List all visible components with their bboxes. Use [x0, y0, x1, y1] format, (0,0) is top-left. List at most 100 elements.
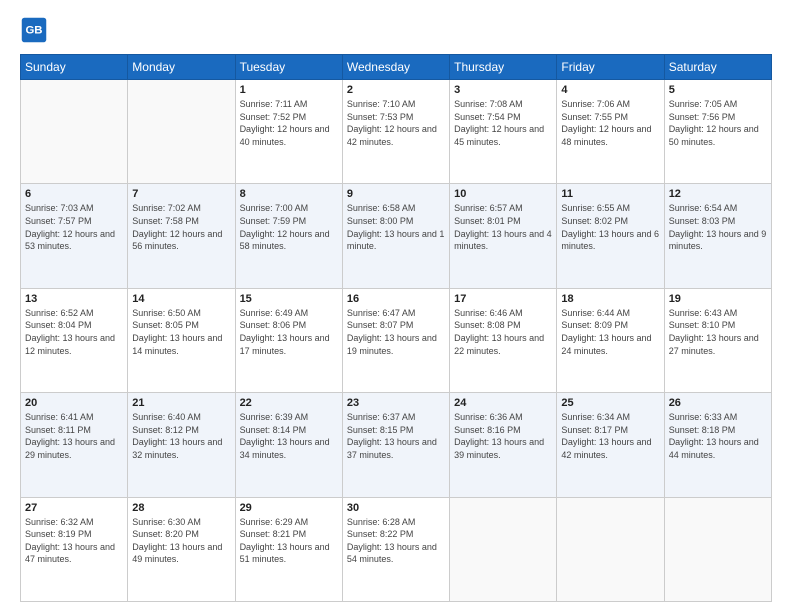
calendar-cell: 30Sunrise: 6:28 AMSunset: 8:22 PMDayligh…	[342, 497, 449, 601]
day-info: Sunrise: 6:39 AMSunset: 8:14 PMDaylight:…	[240, 411, 338, 461]
calendar-cell: 6 Sunrise: 7:03 AMSunset: 7:57 PMDaylight…	[21, 184, 128, 288]
col-header-sunday: Sunday	[21, 55, 128, 80]
day-number: 2	[347, 84, 445, 96]
calendar-cell: 3Sunrise: 7:08 AMSunset: 7:54 PMDaylight…	[450, 80, 557, 184]
day-number: 16	[347, 293, 445, 305]
day-number: 28	[132, 502, 230, 514]
calendar-cell: 4 Sunrise: 7:06 AMSunset: 7:55 PMDaylight…	[557, 80, 664, 184]
col-header-tuesday: Tuesday	[235, 55, 342, 80]
calendar-cell: 9 Sunrise: 6:58 AMSunset: 8:00 PMDaylight…	[342, 184, 449, 288]
calendar-cell: 17 Sunrise: 6:46 AMSunset: 8:08 PMDayligh…	[450, 288, 557, 392]
calendar-week-row: 13 Sunrise: 6:52 AMSunset: 8:04 PMDayligh…	[21, 288, 772, 392]
day-number: 13	[25, 293, 123, 305]
calendar-cell: 27 Sunrise: 6:32 AMSunset: 8:19 PMDayligh…	[21, 497, 128, 601]
day-number: 15	[240, 293, 338, 305]
calendar-cell: 19 Sunrise: 6:43 AMSunset: 8:10 PMDayligh…	[664, 288, 771, 392]
day-info: Sunrise: 6:29 AMSunset: 8:21 PMDaylight:…	[240, 516, 338, 566]
calendar-cell: 5 Sunrise: 7:05 AMSunset: 7:56 PMDaylight…	[664, 80, 771, 184]
col-header-saturday: Saturday	[664, 55, 771, 80]
day-number: 8	[240, 188, 338, 200]
logo-icon: GB	[20, 16, 48, 44]
day-info: Sunrise: 6:50 AMSunset: 8:05 PMDaylight:…	[132, 307, 230, 357]
day-number: 21	[132, 397, 230, 409]
day-number: 7	[132, 188, 230, 200]
col-header-friday: Friday	[557, 55, 664, 80]
day-info: Sunrise: 7:11 AMSunset: 7:52 PMDaylight:…	[240, 98, 338, 148]
header: GB	[20, 16, 772, 44]
day-info: Sunrise: 7:05 AMSunset: 7:56 PMDaylight:…	[669, 98, 767, 148]
day-info: Sunrise: 6:55 AMSunset: 8:02 PMDaylight:…	[561, 202, 659, 252]
calendar-cell: 11 Sunrise: 6:55 AMSunset: 8:02 PMDayligh…	[557, 184, 664, 288]
calendar-week-row: 6 Sunrise: 7:03 AMSunset: 7:57 PMDaylight…	[21, 184, 772, 288]
day-info: Sunrise: 7:10 AMSunset: 7:53 PMDaylight:…	[347, 98, 445, 148]
day-info: Sunrise: 6:33 AMSunset: 8:18 PMDaylight:…	[669, 411, 767, 461]
calendar-cell: 2 Sunrise: 7:10 AMSunset: 7:53 PMDaylight…	[342, 80, 449, 184]
calendar-cell	[450, 497, 557, 601]
calendar-cell: 29Sunrise: 6:29 AMSunset: 8:21 PMDayligh…	[235, 497, 342, 601]
day-info: Sunrise: 6:34 AMSunset: 8:17 PMDaylight:…	[561, 411, 659, 461]
day-number: 19	[669, 293, 767, 305]
calendar-cell: 20Sunrise: 6:41 AMSunset: 8:11 PMDayligh…	[21, 393, 128, 497]
day-number: 5	[669, 84, 767, 96]
day-number: 9	[347, 188, 445, 200]
calendar-cell: 22 Sunrise: 6:39 AMSunset: 8:14 PMDayligh…	[235, 393, 342, 497]
day-info: Sunrise: 6:36 AMSunset: 8:16 PMDaylight:…	[454, 411, 552, 461]
day-info: Sunrise: 7:06 AMSunset: 7:55 PMDaylight:…	[561, 98, 659, 148]
day-info: Sunrise: 6:47 AMSunset: 8:07 PMDaylight:…	[347, 307, 445, 357]
calendar-cell: 23 Sunrise: 6:37 AMSunset: 8:15 PMDayligh…	[342, 393, 449, 497]
day-info: Sunrise: 7:02 AMSunset: 7:58 PMDaylight:…	[132, 202, 230, 252]
day-number: 6	[25, 188, 123, 200]
day-info: Sunrise: 6:46 AMSunset: 8:08 PMDaylight:…	[454, 307, 552, 357]
day-number: 14	[132, 293, 230, 305]
page: GB SundayMondayTuesdayWednesdayThursdayF…	[0, 0, 792, 612]
calendar-cell	[557, 497, 664, 601]
col-header-monday: Monday	[128, 55, 235, 80]
calendar-cell: 8Sunrise: 7:00 AMSunset: 7:59 PMDaylight…	[235, 184, 342, 288]
day-number: 23	[347, 397, 445, 409]
calendar-cell: 10Sunrise: 6:57 AMSunset: 8:01 PMDayligh…	[450, 184, 557, 288]
calendar-cell: 15 Sunrise: 6:49 AMSunset: 8:06 PMDayligh…	[235, 288, 342, 392]
day-info: Sunrise: 6:40 AMSunset: 8:12 PMDaylight:…	[132, 411, 230, 461]
calendar-cell: 25Sunrise: 6:34 AMSunset: 8:17 PMDayligh…	[557, 393, 664, 497]
day-info: Sunrise: 6:37 AMSunset: 8:15 PMDaylight:…	[347, 411, 445, 461]
day-number: 22	[240, 397, 338, 409]
day-info: Sunrise: 7:03 AMSunset: 7:57 PMDaylight:…	[25, 202, 123, 252]
calendar-cell: 28 Sunrise: 6:30 AMSunset: 8:20 PMDayligh…	[128, 497, 235, 601]
day-number: 4	[561, 84, 659, 96]
calendar-cell: 26 Sunrise: 6:33 AMSunset: 8:18 PMDayligh…	[664, 393, 771, 497]
calendar-cell: 24 Sunrise: 6:36 AMSunset: 8:16 PMDayligh…	[450, 393, 557, 497]
calendar-cell: 12Sunrise: 6:54 AMSunset: 8:03 PMDayligh…	[664, 184, 771, 288]
day-number: 10	[454, 188, 552, 200]
day-info: Sunrise: 6:32 AMSunset: 8:19 PMDaylight:…	[25, 516, 123, 566]
calendar-table: SundayMondayTuesdayWednesdayThursdayFrid…	[20, 54, 772, 602]
day-number: 27	[25, 502, 123, 514]
calendar-cell: 13 Sunrise: 6:52 AMSunset: 8:04 PMDayligh…	[21, 288, 128, 392]
calendar-cell: 7 Sunrise: 7:02 AMSunset: 7:58 PMDaylight…	[128, 184, 235, 288]
calendar-week-row: 20Sunrise: 6:41 AMSunset: 8:11 PMDayligh…	[21, 393, 772, 497]
day-number: 20	[25, 397, 123, 409]
day-number: 26	[669, 397, 767, 409]
calendar-week-row: 1 Sunrise: 7:11 AMSunset: 7:52 PMDaylight…	[21, 80, 772, 184]
day-info: Sunrise: 6:49 AMSunset: 8:06 PMDaylight:…	[240, 307, 338, 357]
calendar-cell: 14 Sunrise: 6:50 AMSunset: 8:05 PMDayligh…	[128, 288, 235, 392]
day-number: 17	[454, 293, 552, 305]
day-number: 24	[454, 397, 552, 409]
svg-text:GB: GB	[25, 25, 42, 37]
calendar-cell: 16 Sunrise: 6:47 AMSunset: 8:07 PMDayligh…	[342, 288, 449, 392]
day-number: 11	[561, 188, 659, 200]
day-info: Sunrise: 6:43 AMSunset: 8:10 PMDaylight:…	[669, 307, 767, 357]
calendar-cell	[664, 497, 771, 601]
day-info: Sunrise: 6:54 AMSunset: 8:03 PMDaylight:…	[669, 202, 767, 252]
calendar-cell	[21, 80, 128, 184]
day-info: Sunrise: 6:44 AMSunset: 8:09 PMDaylight:…	[561, 307, 659, 357]
day-number: 3	[454, 84, 552, 96]
col-header-wednesday: Wednesday	[342, 55, 449, 80]
day-info: Sunrise: 6:52 AMSunset: 8:04 PMDaylight:…	[25, 307, 123, 357]
day-info: Sunrise: 6:30 AMSunset: 8:20 PMDaylight:…	[132, 516, 230, 566]
day-number: 18	[561, 293, 659, 305]
day-info: Sunrise: 6:28 AMSunset: 8:22 PMDaylight:…	[347, 516, 445, 566]
day-number: 1	[240, 84, 338, 96]
day-info: Sunrise: 6:58 AMSunset: 8:00 PMDaylight:…	[347, 202, 445, 252]
calendar-week-row: 27 Sunrise: 6:32 AMSunset: 8:19 PMDayligh…	[21, 497, 772, 601]
calendar-cell: 1 Sunrise: 7:11 AMSunset: 7:52 PMDaylight…	[235, 80, 342, 184]
